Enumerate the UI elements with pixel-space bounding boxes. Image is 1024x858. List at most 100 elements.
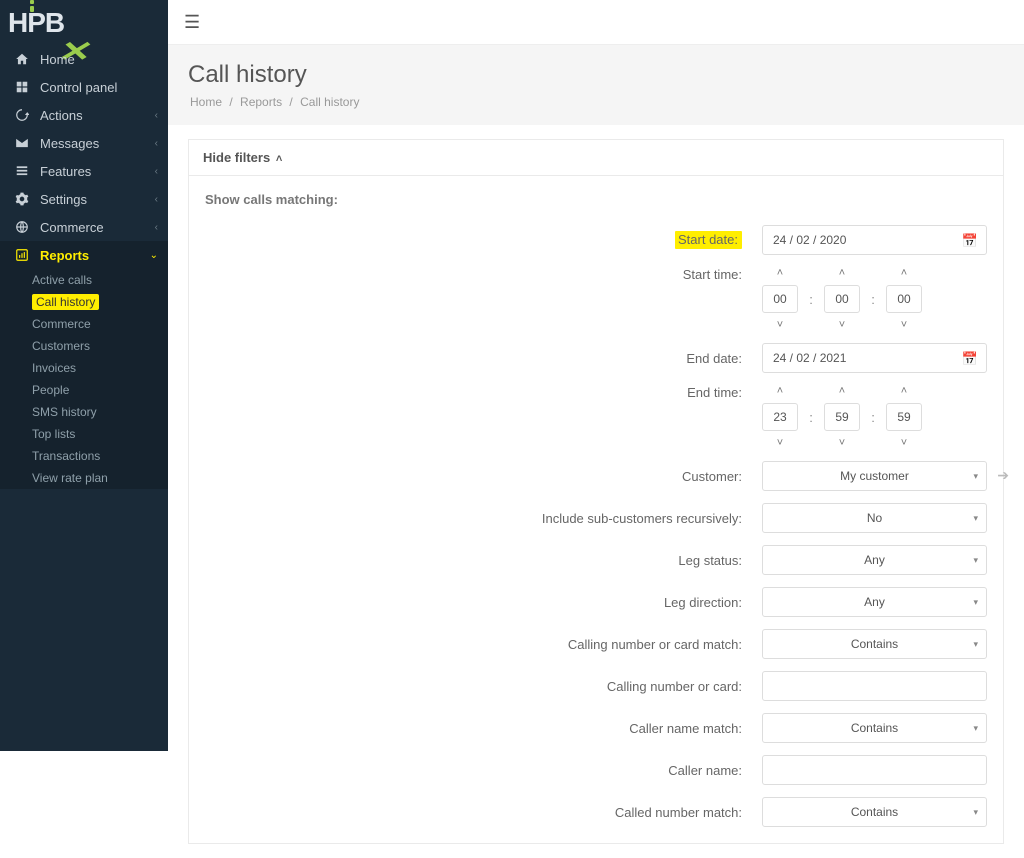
globe-icon bbox=[12, 220, 32, 234]
minute-up-icon[interactable]: ˄ bbox=[824, 267, 860, 279]
logo: HPB bbox=[0, 0, 168, 45]
chevron-left-icon: ‹ bbox=[155, 110, 158, 121]
minute-up-icon[interactable]: ˄ bbox=[824, 385, 860, 397]
sub-customers[interactable]: Customers bbox=[0, 335, 168, 357]
sidebar-item-commerce[interactable]: Commerce ‹ bbox=[0, 213, 168, 241]
chevron-left-icon: ‹ bbox=[155, 194, 158, 205]
chevron-down-icon: ⌄ bbox=[150, 250, 158, 261]
sub-active-calls[interactable]: Active calls bbox=[0, 269, 168, 291]
start-minute-input[interactable]: 00 bbox=[824, 285, 860, 313]
gear-icon bbox=[12, 192, 32, 206]
start-second-input[interactable]: 00 bbox=[886, 285, 922, 313]
bar-chart-icon bbox=[12, 248, 32, 262]
caret-down-icon: ▾ bbox=[973, 471, 978, 482]
minute-down-icon[interactable]: ˅ bbox=[824, 437, 860, 449]
filters-panel: Hide filters ˄ Show calls matching: Star… bbox=[188, 139, 1004, 844]
calling-value-label: Calling number or card: bbox=[205, 679, 762, 694]
chevron-left-icon: ‹ bbox=[155, 222, 158, 233]
customer-label: Customer: bbox=[205, 469, 762, 484]
reports-submenu: Active calls Call history Commerce Custo… bbox=[0, 269, 168, 489]
sidebar-item-label: Reports bbox=[40, 248, 89, 263]
hour-up-icon[interactable]: ˄ bbox=[762, 267, 798, 279]
messages-icon bbox=[12, 136, 32, 150]
end-time-widget: ˄ ˄ ˄ 23: 59: 59 ˅ ˅ ˅ bbox=[762, 385, 987, 449]
called-match-select[interactable]: Contains▾ bbox=[762, 797, 987, 827]
caret-down-icon: ▾ bbox=[973, 597, 978, 608]
end-date-label: End date: bbox=[205, 351, 762, 366]
chevron-left-icon: ‹ bbox=[155, 138, 158, 149]
topbar: ☰ bbox=[168, 0, 1024, 45]
menu-toggle-icon[interactable]: ☰ bbox=[184, 12, 200, 33]
hour-down-icon[interactable]: ˅ bbox=[762, 319, 798, 331]
sidebar-item-control-panel[interactable]: Control panel bbox=[0, 73, 168, 101]
caret-down-icon: ▾ bbox=[973, 723, 978, 734]
sidebar-item-label: Settings bbox=[40, 192, 87, 207]
sidebar-item-messages[interactable]: Messages ‹ bbox=[0, 129, 168, 157]
start-date-input[interactable]: 24 / 02 / 2020 📅 bbox=[762, 225, 987, 255]
include-sub-label: Include sub-customers recursively: bbox=[205, 511, 762, 526]
second-up-icon[interactable]: ˄ bbox=[886, 267, 922, 279]
filters-toggle[interactable]: Hide filters ˄ bbox=[189, 140, 1003, 176]
end-minute-input[interactable]: 59 bbox=[824, 403, 860, 431]
caller-name-input[interactable] bbox=[762, 755, 987, 785]
breadcrumb: Home / Reports / Call history bbox=[188, 95, 1004, 109]
caret-down-icon: ▾ bbox=[973, 555, 978, 566]
sidebar: HPB Home Control panel Actions ‹ bbox=[0, 0, 168, 751]
start-time-label: Start time: bbox=[205, 267, 762, 282]
filters-section-label: Show calls matching: bbox=[205, 192, 987, 207]
caller-name-label: Caller name: bbox=[205, 763, 762, 778]
calendar-icon: 📅 bbox=[962, 233, 978, 249]
sidebar-item-features[interactable]: Features ‹ bbox=[0, 157, 168, 185]
breadcrumb-current: Call history bbox=[300, 95, 359, 109]
leg-direction-select[interactable]: Any▾ bbox=[762, 587, 987, 617]
sub-invoices[interactable]: Invoices bbox=[0, 357, 168, 379]
actions-icon bbox=[12, 108, 32, 122]
leg-status-select[interactable]: Any▾ bbox=[762, 545, 987, 575]
end-second-input[interactable]: 59 bbox=[886, 403, 922, 431]
start-hour-input[interactable]: 00 bbox=[762, 285, 798, 313]
sidebar-item-actions[interactable]: Actions ‹ bbox=[0, 101, 168, 129]
calling-match-label: Calling number or card match: bbox=[205, 637, 762, 652]
second-down-icon[interactable]: ˅ bbox=[886, 437, 922, 449]
second-up-icon[interactable]: ˄ bbox=[886, 385, 922, 397]
calling-value-input[interactable] bbox=[762, 671, 987, 701]
chevron-up-icon: ˄ bbox=[276, 153, 282, 165]
start-date-label: Start date: bbox=[205, 231, 762, 249]
sub-top-lists[interactable]: Top lists bbox=[0, 423, 168, 445]
customer-select[interactable]: My customer▾ bbox=[762, 461, 987, 491]
sidebar-item-label: Actions bbox=[40, 108, 83, 123]
sub-call-history[interactable]: Call history bbox=[0, 291, 168, 313]
sub-people[interactable]: People bbox=[0, 379, 168, 401]
called-match-label: Called number match: bbox=[205, 805, 762, 820]
start-time-widget: ˄ ˄ ˄ 00: 00: 00 ˅ ˅ ˅ bbox=[762, 267, 987, 331]
sidebar-nav: Home Control panel Actions ‹ Messages ‹ bbox=[0, 45, 168, 489]
second-down-icon[interactable]: ˅ bbox=[886, 319, 922, 331]
breadcrumb-reports[interactable]: Reports bbox=[240, 95, 282, 109]
sub-transactions[interactable]: Transactions bbox=[0, 445, 168, 467]
page-title: Call history bbox=[188, 61, 1004, 89]
panel-icon bbox=[12, 80, 32, 94]
sidebar-item-label: Messages bbox=[40, 136, 99, 151]
sub-sms-history[interactable]: SMS history bbox=[0, 401, 168, 423]
caller-name-match-select[interactable]: Contains▾ bbox=[762, 713, 987, 743]
sub-view-rate-plan[interactable]: View rate plan bbox=[0, 467, 168, 489]
hour-up-icon[interactable]: ˄ bbox=[762, 385, 798, 397]
include-sub-select[interactable]: No▾ bbox=[762, 503, 987, 533]
home-icon bbox=[12, 52, 32, 66]
caller-name-match-label: Caller name match: bbox=[205, 721, 762, 736]
leg-direction-label: Leg direction: bbox=[205, 595, 762, 610]
end-date-input[interactable]: 24 / 02 / 2021 📅 bbox=[762, 343, 987, 373]
sidebar-item-label: Home bbox=[40, 52, 75, 67]
breadcrumb-home[interactable]: Home bbox=[190, 95, 222, 109]
features-icon bbox=[12, 164, 32, 178]
end-hour-input[interactable]: 23 bbox=[762, 403, 798, 431]
caret-down-icon: ▾ bbox=[973, 513, 978, 524]
calling-match-select[interactable]: Contains▾ bbox=[762, 629, 987, 659]
sidebar-item-settings[interactable]: Settings ‹ bbox=[0, 185, 168, 213]
hour-down-icon[interactable]: ˅ bbox=[762, 437, 798, 449]
sidebar-item-home[interactable]: Home bbox=[0, 45, 168, 73]
sub-commerce[interactable]: Commerce bbox=[0, 313, 168, 335]
sidebar-item-reports[interactable]: Reports ⌄ bbox=[0, 241, 168, 269]
minute-down-icon[interactable]: ˅ bbox=[824, 319, 860, 331]
caret-down-icon: ▾ bbox=[973, 639, 978, 650]
